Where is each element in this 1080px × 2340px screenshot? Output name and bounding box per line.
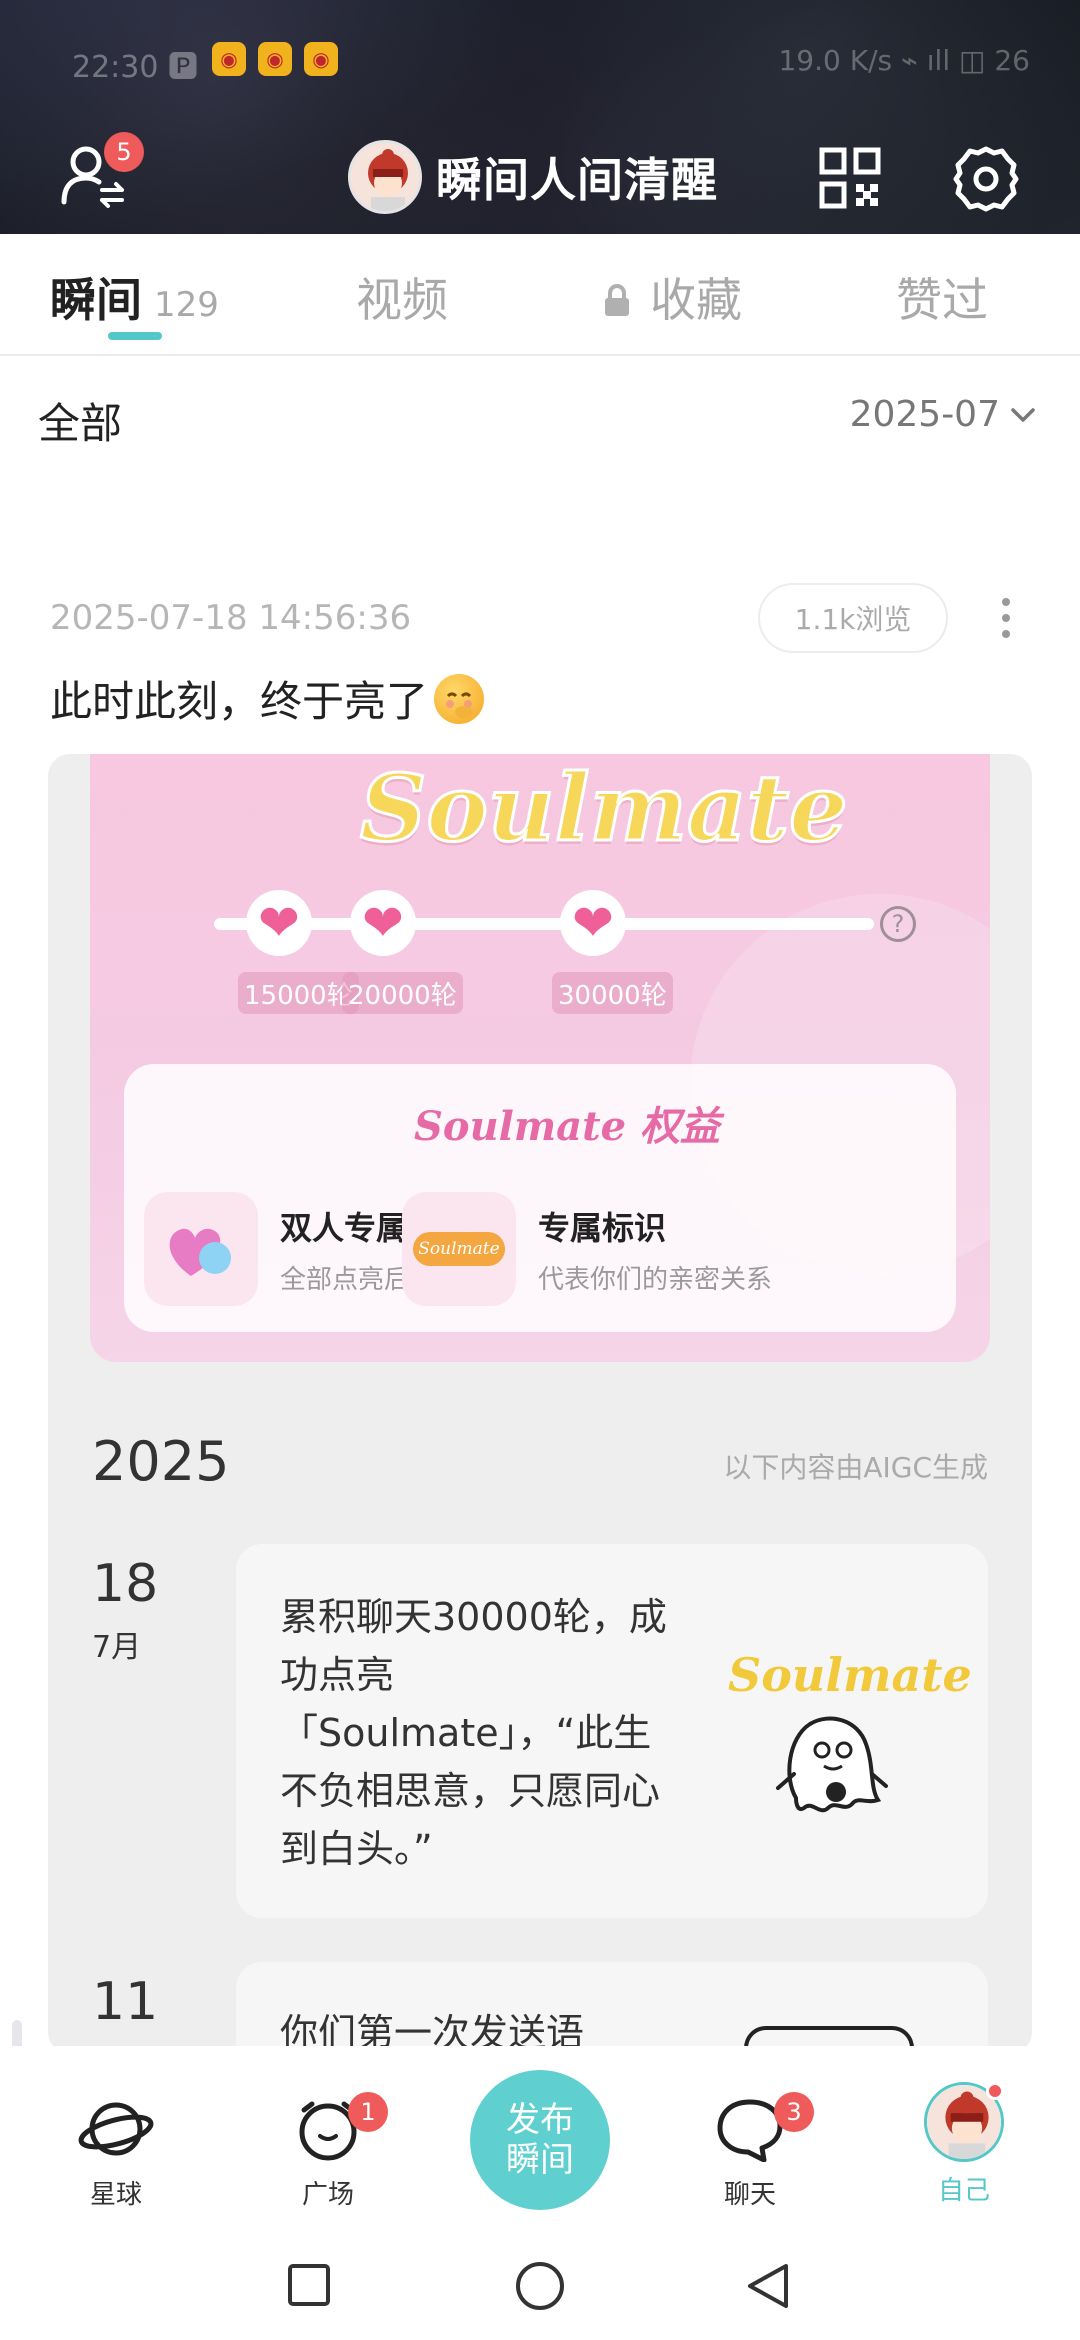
timeline-entry-text: 累积聊天30000轮，成功点亮「Soulmate」，“此生不负相思意，只愿同心到… [280, 1595, 667, 1871]
more-options-button[interactable] [1000, 598, 1012, 638]
heart-milestone-icon: ❤ [560, 890, 626, 956]
tab-moments[interactable]: 瞬间 129 [50, 264, 219, 330]
chevron-down-icon [1011, 407, 1035, 422]
publish-moment-button[interactable]: 发布 瞬间 [470, 2070, 610, 2210]
notification-icons: ◉ ◉ ◉ [212, 42, 338, 76]
chat-badge: 3 [774, 2092, 814, 2132]
nav-square[interactable]: 1 广场 [268, 2092, 388, 2211]
milestone-label: 20000轮 [342, 972, 463, 1014]
dot-icon [1002, 630, 1010, 638]
friend-requests-badge: 5 [104, 132, 144, 172]
avatar[interactable] [348, 140, 422, 214]
active-tab-indicator [108, 332, 162, 340]
heart-milestone-icon: ❤ [246, 890, 312, 956]
tab-liked[interactable]: 赞过 [896, 264, 988, 330]
soulmate-banner: Soulmate ❤ ❤ ❤ ? 15000轮 20000轮 30000轮 So… [90, 754, 990, 1362]
post-caption: 此时此刻，终于亮了 [50, 677, 429, 726]
post-timestamp: 2025-07-18 14:56:36 [50, 598, 412, 638]
dot-icon [1002, 598, 1010, 606]
heart-milestone-icon: ❤ [350, 890, 416, 956]
recent-apps-icon[interactable] [286, 2262, 332, 2308]
avatar-image [351, 143, 419, 211]
nav-label: 星球 [89, 2180, 142, 2210]
tab-label: 赞过 [896, 273, 988, 327]
view-count-badge[interactable]: 1.1k浏览 [758, 583, 948, 653]
page-title: 瞬间人间清醒 [436, 153, 718, 207]
home-icon[interactable] [514, 2260, 566, 2312]
timeline-year: 2025 [92, 1430, 230, 1493]
date-filter-value: 2025-07 [849, 394, 1000, 435]
benefit-name: 专属标识 [538, 1208, 667, 1247]
date-filter-dropdown[interactable]: 2025-07 [850, 394, 1036, 435]
milestone-label: 15000轮 [238, 972, 359, 1014]
benefit-item: Soulmate 专属标识 代表你们的亲密关系 [402, 1192, 772, 1306]
status-time: 22:30 🅿 [72, 50, 198, 85]
nav-label: 聊天 [723, 2180, 776, 2210]
dot-icon [1002, 614, 1010, 622]
bottom-navigation: 星球 1 广场 发布 瞬间 3 聊天 自己 [0, 2046, 1080, 2236]
nav-label: 广场 [301, 2180, 354, 2210]
weibo-icon: ◉ [258, 42, 292, 76]
soulmate-benefits-panel: Soulmate 权益 双人专属空间 全部点亮后可开通 Soulmate 专属标… [124, 1064, 956, 1332]
unread-dot [986, 2082, 1004, 2100]
system-navigation-bar [0, 2236, 1080, 2340]
content-tabs: 瞬间 129 视频 收藏 赞过 [0, 234, 1080, 356]
nav-label: 自己 [937, 2176, 990, 2206]
soulmate-badge: Soulmate [728, 1648, 972, 1702]
back-icon[interactable] [744, 2260, 792, 2312]
tab-videos[interactable]: 视频 [356, 264, 448, 330]
benefits-title: Soulmate 权益 [414, 1103, 720, 1150]
gear-icon [953, 146, 1019, 212]
tab-label: 瞬间 [50, 273, 142, 327]
square-badge: 1 [348, 2092, 388, 2132]
profile-title[interactable]: 瞬间人间清醒 [348, 140, 718, 214]
planet-icon [78, 2102, 154, 2156]
publish-label-line1: 发布 [506, 2100, 574, 2140]
nav-planet[interactable]: 星球 [56, 2096, 176, 2211]
qr-code-icon [819, 147, 881, 209]
tab-favorites[interactable]: 收藏 [602, 264, 742, 330]
ghost-mascot-icon [776, 1716, 888, 1813]
status-indicators: 19.0 K/s ⌁ ıll ◫ 26 [778, 44, 1030, 77]
lock-icon [602, 275, 632, 316]
qr-code-button[interactable] [818, 146, 882, 210]
timeline-entry[interactable]: 累积聊天30000轮，成功点亮「Soulmate」，“此生不负相思意，只愿同心到… [236, 1544, 988, 1918]
help-icon[interactable]: ? [880, 906, 916, 942]
publish-label-line2: 瞬间 [506, 2140, 574, 2180]
tab-label: 视频 [356, 273, 448, 327]
tab-count: 129 [154, 285, 219, 325]
soulmate-logo: Soulmate [359, 754, 850, 864]
tab-label: 收藏 [650, 273, 742, 327]
timeline-day: 18 [92, 1554, 159, 1614]
post-text: 此时此刻，终于亮了 [50, 668, 485, 729]
timeline-day: 11 [92, 1972, 159, 2032]
shy-face-emoji-icon [434, 673, 485, 724]
nav-chat[interactable]: 3 聊天 [690, 2092, 814, 2211]
milestone-label: 30000轮 [552, 972, 673, 1014]
timeline-month: 7月 [92, 1630, 142, 1665]
filter-all-button[interactable]: 全部 [38, 390, 122, 451]
friend-requests-button[interactable]: 5 [58, 132, 144, 210]
progress-track [214, 918, 874, 930]
moment-card[interactable]: Soulmate ❤ ❤ ❤ ? 15000轮 20000轮 30000轮 So… [48, 754, 1032, 2054]
timeline-entry[interactable]: 你们第一次发送语 [236, 1962, 988, 2054]
weibo-icon: ◉ [212, 42, 246, 76]
nav-me[interactable]: 自己 [904, 2082, 1024, 2207]
settings-button[interactable] [950, 143, 1022, 215]
profile-header: 22:30 🅿 ◉ ◉ ◉ 19.0 K/s ⌁ ıll ◫ 26 5 瞬间人间… [0, 0, 1080, 234]
double-heart-icon [144, 1192, 258, 1306]
weibo-icon: ◉ [304, 42, 338, 76]
aigc-note: 以下内容由AIGC生成 [723, 1451, 988, 1484]
soulmate-tag-icon: Soulmate [402, 1192, 516, 1306]
soulmate-tag-text: Soulmate [413, 1232, 505, 1266]
benefit-description: 代表你们的亲密关系 [538, 1264, 773, 1295]
